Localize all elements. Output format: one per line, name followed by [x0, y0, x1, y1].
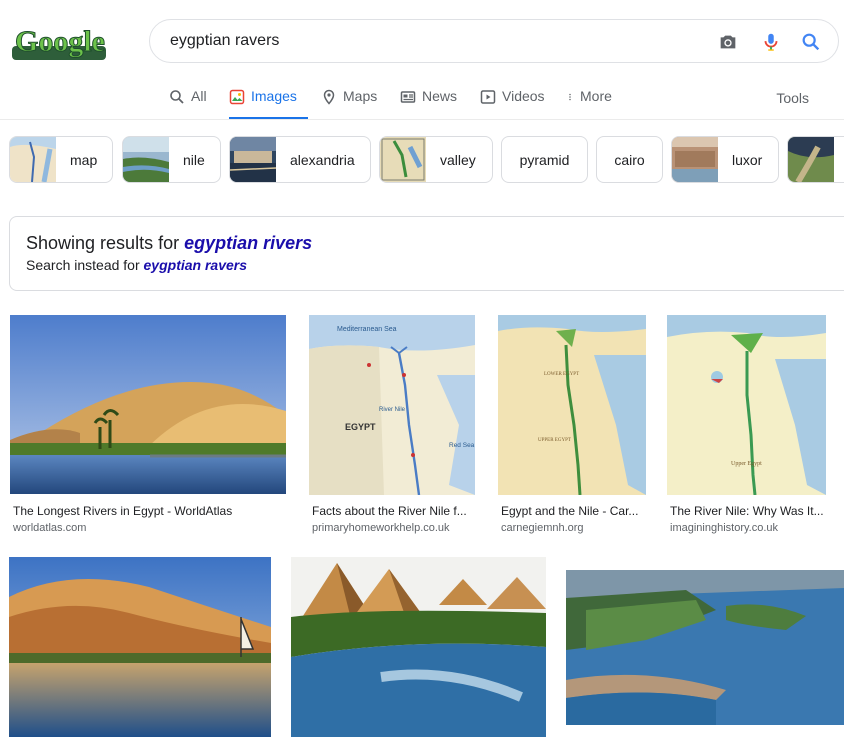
google-logo[interactable]: Google: [12, 24, 106, 60]
image-result-5[interactable]: [9, 557, 271, 737]
chip-label: nile: [183, 151, 205, 168]
spelling-correction: Showing results for egyptian rivers Sear…: [9, 216, 844, 291]
corrected-query-link[interactable]: egyptian rivers: [184, 233, 312, 253]
chip-label: map: [70, 151, 98, 168]
result-image: Upper Egypt: [667, 315, 826, 495]
result-source: imagininghistory.co.uk: [670, 522, 779, 534]
map-label-lower-egypt: LOWER EGYPT: [544, 372, 579, 377]
result-image: [10, 315, 286, 494]
result-title: Facts about the River Nile f...: [312, 504, 467, 518]
map-label-sea: Mediterranean Sea: [337, 326, 397, 333]
logo-text: Google: [15, 25, 105, 58]
showing-results-line: Showing results for egyptian rivers: [26, 233, 313, 253]
chip-alexandria[interactable]: alexandria: [229, 136, 371, 183]
image-result-4[interactable]: Upper Egypt The River Nile: Why Was It..…: [667, 315, 827, 535]
chip-label: pyramid: [519, 151, 570, 168]
search-tabs: All Images Maps News Videos More Tools: [0, 84, 844, 120]
tools-button[interactable]: Tools: [776, 90, 809, 106]
chip-label: luxor: [732, 151, 763, 168]
result-source: carnegiemnh.org: [501, 522, 584, 534]
tab-label: Images: [251, 88, 297, 104]
image-result-6[interactable]: [291, 557, 546, 737]
map-label-country: EGYPT: [345, 422, 376, 432]
chip-valley[interactable]: valley: [379, 136, 493, 183]
image-result-3[interactable]: LOWER EGYPT UPPER EGYPT Egypt and the Ni…: [498, 315, 646, 535]
tab-label: News: [422, 88, 458, 104]
chip-map[interactable]: map: [9, 136, 113, 183]
tab-label: Maps: [343, 88, 378, 104]
map-label-upper-egypt: UPPER EGYPT: [538, 438, 571, 443]
chip-label: cairo: [614, 151, 645, 168]
tab-all[interactable]: All: [169, 88, 207, 120]
tab-videos[interactable]: Videos: [480, 88, 545, 120]
images-icon: [229, 89, 245, 105]
video-icon: [480, 90, 496, 104]
chip-thumbnail: [230, 137, 276, 182]
search-box[interactable]: eygptian ravers: [149, 19, 839, 63]
more-vert-icon: [569, 93, 571, 101]
result-image: LOWER EGYPT UPPER EGYPT: [498, 315, 646, 495]
tab-label: All: [191, 88, 207, 104]
chip-label: valley: [440, 151, 476, 168]
result-source: primaryhomeworkhelp.co.uk: [312, 522, 450, 534]
tab-label: More: [580, 88, 612, 104]
result-title: The Longest Rivers in Egypt - WorldAtlas: [13, 504, 233, 518]
search-instead-line: Search instead for eygptian ravers: [26, 257, 248, 273]
original-query-link[interactable]: eygptian ravers: [144, 257, 248, 273]
result-image: [291, 557, 546, 737]
result-source: worldatlas.com: [13, 522, 87, 534]
divider: [0, 119, 844, 120]
camera-icon[interactable]: [717, 31, 739, 53]
result-title: Egypt and the Nile - Car...: [501, 504, 639, 518]
search-icon: [170, 90, 184, 104]
chip-thumbnail: [672, 137, 718, 182]
news-icon: [400, 91, 416, 103]
tab-maps[interactable]: Maps: [321, 88, 377, 120]
chip-thumbnail: [788, 137, 834, 182]
result-title: The River Nile: Why Was It...: [670, 504, 824, 518]
map-pin-icon: [323, 89, 335, 105]
chip-pyramid[interactable]: pyramid: [501, 136, 588, 183]
search-icon[interactable]: [800, 31, 822, 53]
result-image: Mediterranean Sea EGYPT River Nile Red S…: [309, 315, 475, 495]
chip-cairo[interactable]: cairo: [596, 136, 663, 183]
tab-images[interactable]: Images: [229, 88, 308, 120]
map-label-river: River Nile: [379, 407, 406, 413]
search-input[interactable]: eygptian ravers: [170, 32, 279, 50]
chip-label: alexandria: [290, 151, 355, 168]
result-image: [9, 557, 271, 737]
image-result-7[interactable]: [566, 570, 844, 725]
chip-thumbnail: [10, 137, 56, 182]
chip-thumbnail: [123, 137, 169, 182]
tab-label: Videos: [502, 88, 545, 104]
chip-thumbnail: [380, 137, 426, 182]
map-label-upper-egypt-2: Upper Egypt: [731, 461, 762, 467]
tab-more[interactable]: More: [566, 88, 612, 120]
chip-luxor[interactable]: luxor: [671, 136, 779, 183]
image-result-1[interactable]: The Longest Rivers in Egypt - WorldAtlas…: [10, 315, 287, 535]
result-image: [566, 570, 844, 725]
map-label-red-sea: Red Sea: [449, 442, 475, 449]
chip-nile[interactable]: nile: [122, 136, 221, 183]
image-result-2[interactable]: Mediterranean Sea EGYPT River Nile Red S…: [309, 315, 477, 535]
tab-news[interactable]: News: [400, 88, 457, 120]
microphone-icon[interactable]: [760, 31, 782, 53]
chip-more-partial[interactable]: [787, 136, 844, 183]
